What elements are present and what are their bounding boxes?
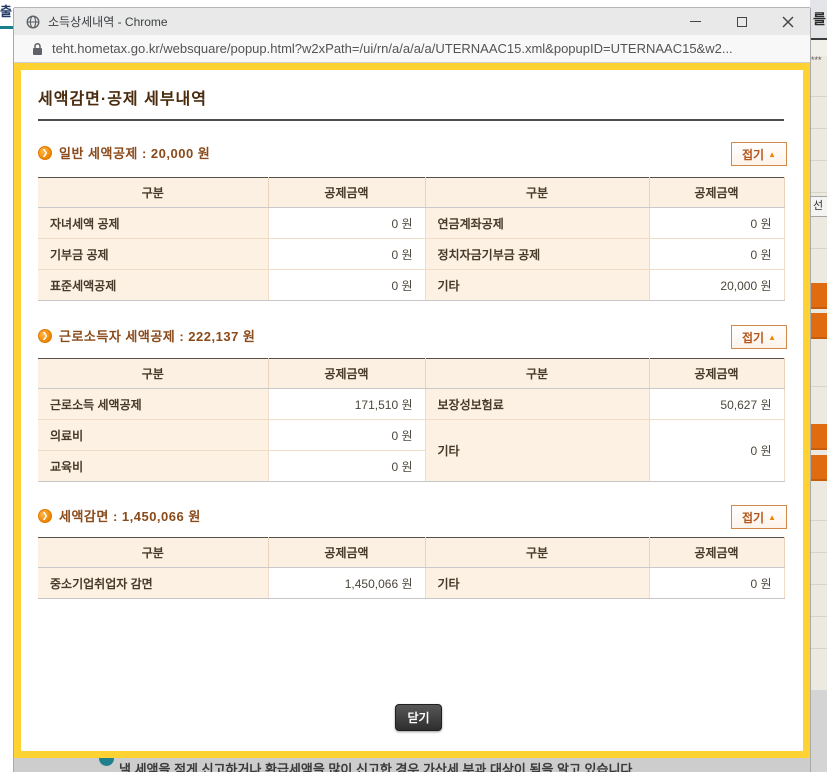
bg-row-line bbox=[810, 584, 827, 585]
background-orange-button[interactable] bbox=[810, 424, 827, 450]
bg-row-line bbox=[810, 552, 827, 553]
collapse-button-section-2[interactable]: 접기 ▲ bbox=[731, 325, 787, 349]
table-row: 자녀세액 공제 0 원 연금계좌공제 0 원 bbox=[38, 208, 784, 239]
chrome-popup-window: 소득상세내역 - Chrome teht.hometax.go.kr/websq… bbox=[14, 8, 810, 772]
table-row: 중소기업취업자 감면 1,450,066 원 기타 0 원 bbox=[38, 568, 784, 599]
title-divider bbox=[38, 119, 784, 121]
checkmark-circle-icon bbox=[99, 758, 114, 766]
close-window-button[interactable] bbox=[771, 8, 805, 35]
bg-row-line bbox=[810, 128, 827, 129]
table-header-row: 구분 공제금액 구분 공제금액 bbox=[38, 538, 784, 568]
lock-icon bbox=[32, 42, 43, 56]
url-text: teht.hometax.go.kr/websquare/popup.html?… bbox=[52, 41, 733, 56]
section-heading-earned-income-credit: ❯ 근로소득자 세액공제 : 222,137 원 bbox=[38, 326, 255, 345]
background-partial-text-right: 를 bbox=[813, 9, 826, 29]
background-partial-button[interactable]: 선 bbox=[810, 196, 827, 217]
background-teal-line bbox=[0, 26, 14, 29]
collapse-button-section-3[interactable]: 접기 ▲ bbox=[731, 505, 787, 529]
section-bullet-icon: ❯ bbox=[38, 329, 52, 343]
tax-detail-popup: 세액감면·공제 세부내역 ❯ 일반 세액공제 : 20,000 원 접기 ▲ 구… bbox=[14, 63, 810, 758]
bg-row-line bbox=[810, 648, 827, 649]
maximize-button[interactable] bbox=[725, 8, 759, 35]
minimize-icon bbox=[690, 21, 701, 22]
window-title: 소득상세내역 - Chrome bbox=[48, 13, 168, 30]
section-bullet-icon: ❯ bbox=[38, 509, 52, 523]
bg-row-line bbox=[810, 520, 827, 521]
background-orange-button[interactable] bbox=[810, 283, 827, 309]
background-below-popup: 낼 세액을 적게 신고하거나 환급세액을 많이 신고한 경우 가산세 부과 대상… bbox=[14, 758, 810, 772]
bg-row-line bbox=[810, 386, 827, 387]
background-orange-button[interactable] bbox=[810, 455, 827, 481]
triangle-up-icon: ▲ bbox=[768, 150, 776, 159]
bg-row-line bbox=[810, 96, 827, 97]
background-band bbox=[810, 40, 827, 56]
bg-row-line bbox=[810, 192, 827, 193]
tax-reduction-table: 구분 공제금액 구분 공제금액 중소기업취업자 감면 1,450,066 원 기… bbox=[38, 537, 785, 599]
globe-icon bbox=[26, 15, 40, 29]
triangle-up-icon: ▲ bbox=[768, 513, 776, 522]
background-gray-area bbox=[810, 690, 827, 772]
table-row: 근로소득 세액공제 171,510 원 보장성보험료 50,627 원 bbox=[38, 389, 784, 420]
earned-income-credit-table: 구분 공제금액 구분 공제금액 근로소득 세액공제 171,510 원 보장성보… bbox=[38, 358, 785, 482]
page-title: 세액감면·공제 세부내역 bbox=[38, 85, 207, 109]
background-partial-sentence: 낼 세액을 적게 신고하거나 환급세액을 많이 신고한 경우 가산세 부과 대상… bbox=[119, 759, 636, 772]
table-row: 의료비 0 원 기타 0 원 bbox=[38, 420, 784, 451]
section-heading-tax-reduction: ❯ 세액감면 : 1,450,066 원 bbox=[38, 506, 201, 525]
background-orange-button[interactable] bbox=[810, 313, 827, 339]
window-titlebar[interactable]: 소득상세내역 - Chrome bbox=[14, 8, 810, 35]
minimize-button[interactable] bbox=[678, 8, 712, 35]
maximize-icon bbox=[737, 17, 747, 27]
close-button[interactable]: 닫기 bbox=[395, 704, 442, 731]
background-partial-text-left: 출 bbox=[0, 1, 12, 20]
popup-content: 세액감면·공제 세부내역 ❯ 일반 세액공제 : 20,000 원 접기 ▲ 구… bbox=[21, 70, 803, 751]
general-credit-table: 구분 공제금액 구분 공제금액 자녀세액 공제 0 원 연금계좌공제 0 원 기… bbox=[38, 177, 785, 301]
section-bullet-icon: ❯ bbox=[38, 146, 52, 160]
close-icon bbox=[782, 16, 794, 28]
bg-row-line bbox=[810, 248, 827, 249]
bg-row-line bbox=[810, 160, 827, 161]
masked-value-text: *** bbox=[811, 55, 822, 65]
collapse-button-section-1[interactable]: 접기 ▲ bbox=[731, 142, 787, 166]
section-heading-general-credit: ❯ 일반 세액공제 : 20,000 원 bbox=[38, 143, 210, 162]
bg-row-line bbox=[810, 616, 827, 617]
table-header-row: 구분 공제금액 구분 공제금액 bbox=[38, 359, 784, 389]
background-left-strip: 출 bbox=[0, 0, 14, 772]
table-row: 기부금 공제 0 원 정치자금기부금 공제 0 원 bbox=[38, 239, 784, 270]
background-right-strip: 를 *** 선 bbox=[810, 0, 827, 772]
url-bar[interactable]: teht.hometax.go.kr/websquare/popup.html?… bbox=[14, 35, 810, 63]
table-row: 표준세액공제 0 원 기타 20,000 원 bbox=[38, 270, 784, 301]
triangle-up-icon: ▲ bbox=[768, 333, 776, 342]
table-header-row: 구분 공제금액 구분 공제금액 bbox=[38, 178, 784, 208]
